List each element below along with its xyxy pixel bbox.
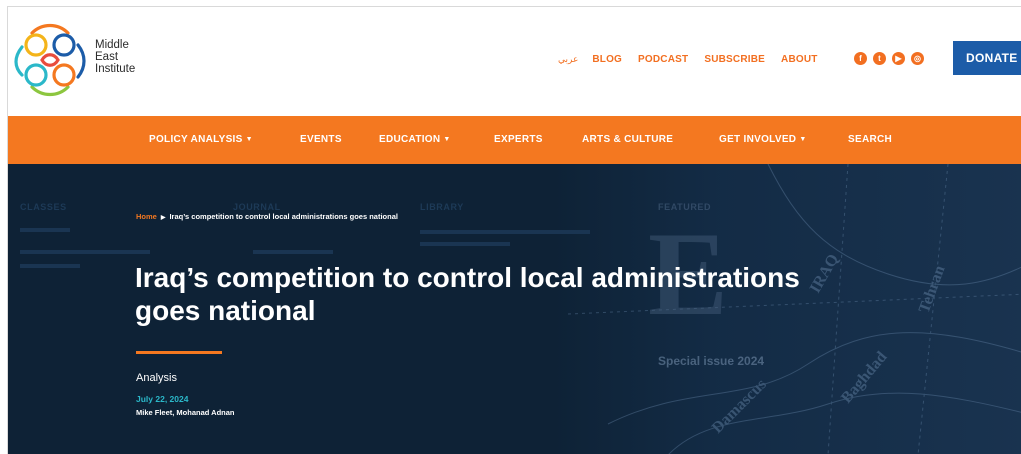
site-header: Middle East Institute عربي BLOG PODCAST …	[8, 7, 1021, 116]
podcast-link[interactable]: PODCAST	[638, 54, 688, 65]
ghost-menu-library: LIBRARY	[420, 202, 464, 212]
social-links: f t ▶ ◎	[854, 52, 924, 65]
caret-down-icon: ▼	[245, 136, 253, 143]
title-divider	[136, 351, 222, 354]
ghost-menu-line	[20, 264, 80, 268]
arabic-link[interactable]: عربي	[558, 54, 578, 65]
article-type[interactable]: Analysis	[136, 372, 177, 384]
nav-education[interactable]: EDUCATION ▼	[379, 134, 451, 145]
ghost-menu-line	[420, 242, 510, 246]
svg-text:Baghdad: Baghdad	[838, 349, 891, 407]
ghost-menu-line	[20, 228, 70, 232]
breadcrumb: Home ▶ Iraq’s competition to control local…	[136, 212, 398, 221]
youtube-icon[interactable]: ▶	[892, 52, 905, 65]
svg-text:Damascus: Damascus	[709, 376, 770, 437]
nav-label: POLICY ANALYSIS	[149, 134, 243, 145]
article-hero: IRAQ Baghdad Damascus Tehran CLASSES JOU…	[8, 164, 1021, 454]
about-link[interactable]: ABOUT	[781, 54, 818, 65]
instagram-icon[interactable]: ◎	[911, 52, 924, 65]
logo-line-1: Middle	[95, 39, 129, 51]
nav-arts-culture[interactable]: ARTS & CULTURE	[582, 134, 673, 145]
ghost-menu-classes: CLASSES	[20, 202, 67, 212]
chevron-right-icon: ▶	[160, 215, 166, 221]
nav-label: EXPERTS	[494, 134, 543, 145]
ghost-menu-line	[253, 250, 333, 254]
mei-logo-icon[interactable]	[12, 23, 88, 97]
ghost-menu-line	[420, 230, 590, 234]
page-title-line-1: Iraq’s competition to control local admi…	[135, 262, 800, 293]
utility-links: عربي BLOG PODCAST SUBSCRIBE ABOUT	[558, 51, 834, 67]
nav-get-involved[interactable]: GET INVOLVED ▼	[719, 134, 807, 145]
page-title: Iraq’s competition to control local admi…	[135, 261, 895, 327]
nav-search[interactable]: SEARCH	[848, 134, 892, 145]
nav-label: SEARCH	[848, 134, 893, 145]
donate-button[interactable]: DONATE	[953, 41, 1021, 75]
ghost-menu-line	[20, 250, 150, 254]
nav-label: EVENTS	[300, 134, 342, 145]
nav-policy-analysis[interactable]: POLICY ANALYSIS ▼	[149, 134, 253, 145]
page-title-line-2: goes national	[135, 295, 316, 326]
nav-label: EDUCATION	[379, 134, 441, 145]
blog-link[interactable]: BLOG	[592, 54, 622, 65]
breadcrumb-current: Iraq’s competition to control local admi…	[169, 212, 398, 221]
main-nav: POLICY ANALYSIS ▼ EVENTS EDUCATION ▼ EXPER…	[8, 116, 1021, 164]
twitter-icon[interactable]: t	[873, 52, 886, 65]
subscribe-link[interactable]: SUBSCRIBE	[704, 54, 765, 65]
caret-down-icon: ▼	[443, 136, 451, 143]
logo-wordmark[interactable]: Middle East Institute	[95, 39, 135, 75]
svg-text:Tehran: Tehran	[916, 263, 949, 315]
facebook-icon[interactable]: f	[854, 52, 867, 65]
article-authors[interactable]: Mike Fleet, Mohanad Adnan	[136, 408, 234, 417]
nav-experts[interactable]: EXPERTS	[494, 134, 543, 145]
nav-label: GET INVOLVED	[719, 134, 797, 145]
caret-down-icon: ▼	[799, 136, 807, 143]
logo-line-3: Institute	[95, 63, 136, 75]
browser-viewport: Middle East Institute عربي BLOG PODCAST …	[7, 6, 1021, 454]
nav-events[interactable]: EVENTS	[300, 134, 342, 145]
nav-label: ARTS & CULTURE	[582, 134, 674, 145]
ghost-menu-journal: JOURNAL	[233, 202, 281, 212]
ghost-special-issue: Special issue 2024	[658, 354, 765, 368]
breadcrumb-home-link[interactable]: Home	[136, 212, 157, 221]
logo-line-2: East	[95, 51, 119, 63]
article-date: July 22, 2024	[136, 394, 189, 404]
